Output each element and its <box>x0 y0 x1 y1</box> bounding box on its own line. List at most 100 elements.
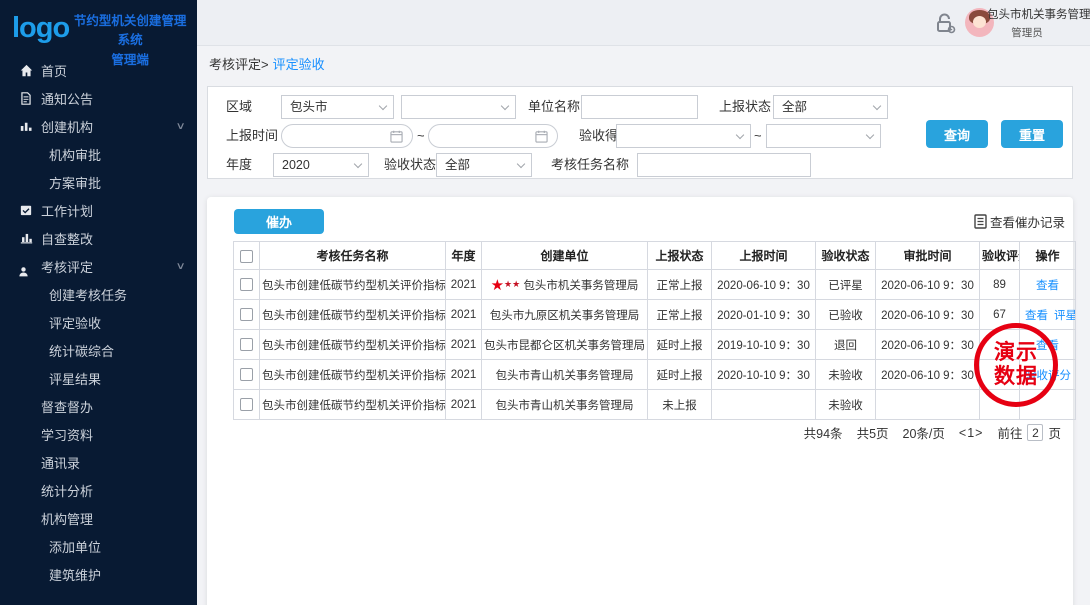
sidebar-item-add-unit[interactable]: 添加单位 <box>0 532 197 560</box>
chevron-down-icon <box>866 131 874 139</box>
sidebar-item-supervision[interactable]: 督查督办 <box>0 392 197 420</box>
cell-task-name: 包头市创建低碳节约型机关评价指标 <box>260 270 446 300</box>
breadcrumb-parent[interactable]: 考核评定 <box>209 57 261 72</box>
cell-report-status: 正常上报 <box>648 300 712 330</box>
year-select[interactable]: 2020 <box>273 153 369 177</box>
column-header: 上报时间 <box>712 242 816 270</box>
action-link[interactable]: 查看 <box>1025 310 1048 322</box>
report-time-to-input[interactable] <box>428 124 558 148</box>
table-row: 包头市创建低碳节约型机关评价指标2021包头市昆都仑区机关事务管理局延时上报 20… <box>234 330 1076 360</box>
sidebar-item-assessment-acceptance[interactable]: 评定验收 <box>0 308 197 336</box>
action-link[interactable]: 查看 <box>1036 280 1059 292</box>
sidebar-item-assessment[interactable]: 考核评定∨ <box>0 252 197 280</box>
cell-report-status: 正常上报 <box>648 270 712 300</box>
calendar-icon <box>390 130 403 143</box>
cell-accept-status: 未验收 <box>816 360 876 390</box>
sidebar: logo 节约型机关创建管理系统 管理端 首页通知公告创建机构∨机构审批方案审批… <box>0 0 197 605</box>
view-urge-records-link[interactable]: 查看催办记录 <box>974 212 1065 231</box>
sidebar-item-stats-analysis[interactable]: 统计分析 <box>0 476 197 504</box>
sidebar-item-contacts[interactable]: 通讯录 <box>0 448 197 476</box>
row-checkbox[interactable] <box>240 368 253 381</box>
cell-task-name: 包头市创建低碳节约型机关评价指标 <box>260 300 446 330</box>
cell-year: 2021 <box>446 330 482 360</box>
sidebar-item-label: 自查整改 <box>41 229 93 248</box>
cell-year: 2021 <box>446 360 482 390</box>
cell-accept-status: 退回 <box>816 330 876 360</box>
cell-accept-status: 已验收 <box>816 300 876 330</box>
sidebar-item-label: 首页 <box>41 61 67 80</box>
cell-task-name: 包头市创建低碳节约型机关评价指标 <box>260 330 446 360</box>
goto-label: 前往 <box>997 423 1022 442</box>
task-name-label: 考核任务名称 <box>551 153 629 177</box>
sidebar-item-org-management[interactable]: 机构管理 <box>0 504 197 532</box>
cell-approve-time: 2020-06-10 9：30 <box>876 270 980 300</box>
table-row: 包头市创建低碳节约型机关评价指标2021包头市九原区机关事务管理局正常上报202… <box>234 300 1076 330</box>
report-status-select[interactable]: 全部 <box>773 95 888 119</box>
sidebar-item-org-approval[interactable]: 机构审批 <box>0 140 197 168</box>
sidebar-item-building-maintenance[interactable]: 建筑维护 <box>0 560 197 588</box>
per-page: 20条/页 <box>903 423 945 442</box>
records-icon <box>974 214 987 229</box>
goto-page-input[interactable]: 2 <box>1027 424 1043 441</box>
row-checkbox[interactable] <box>240 338 253 351</box>
sidebar-item-label: 考核评定 <box>41 257 93 276</box>
row-checkbox[interactable] <box>240 278 253 291</box>
pager[interactable]: <1> <box>959 426 984 440</box>
sidebar-item-create-assessment-task[interactable]: 创建考核任务 <box>0 280 197 308</box>
sidebar-item-notice[interactable]: 通知公告 <box>0 84 197 112</box>
sidebar-item-work-plan[interactable]: 工作计划 <box>0 196 197 224</box>
unit-name-input[interactable] <box>581 95 698 119</box>
task-name-input[interactable] <box>637 153 811 177</box>
sidebar-item-label: 通讯录 <box>41 453 80 472</box>
search-button[interactable]: 查询 <box>926 120 988 148</box>
sidebar-item-label: 工作计划 <box>41 201 93 220</box>
year-label: 年度 <box>226 153 252 177</box>
cell-accept-status: 未验收 <box>816 390 876 420</box>
select-all-checkbox[interactable] <box>240 250 253 263</box>
sidebar-item-plan-approval[interactable]: 方案审批 <box>0 168 197 196</box>
sidebar-item-self-check[interactable]: 自查整改 <box>0 224 197 252</box>
cell-unit: 包头市青山机关事务管理局 <box>482 360 648 390</box>
cell-approve-time: 2020-06-10 9：30 <box>876 360 980 390</box>
app-window: logo 节约型机关创建管理系统 管理端 首页通知公告创建机构∨机构审批方案审批… <box>0 0 1090 605</box>
lock-settings-icon[interactable] <box>933 12 957 39</box>
cell-unit: 包头市青山机关事务管理局 <box>482 390 648 420</box>
table-row: 包头市创建低碳节约型机关评价指标2021包头市青山机关事务管理局未上报未验收 <box>234 390 1076 420</box>
cell-unit: 包头市九原区机关事务管理局 <box>482 300 648 330</box>
region2-select[interactable] <box>401 95 516 119</box>
cell-report-time: 2020-06-10 9：30 <box>712 270 816 300</box>
cell-unit: 包头市昆都仑区机关事务管理局 <box>482 330 648 360</box>
user-info[interactable]: 包头市机关事务管理局 管理员 <box>987 6 1090 40</box>
region-select[interactable]: 包头市 <box>281 95 394 119</box>
tilde-separator: ~ <box>417 124 425 148</box>
accept-status-select[interactable]: 全部 <box>436 153 532 177</box>
cell-year: 2021 <box>446 300 482 330</box>
score-to-select[interactable] <box>766 124 881 148</box>
column-header: 操作 <box>1020 242 1076 270</box>
report-status-label: 上报状态 <box>719 95 771 119</box>
sidebar-item-home[interactable]: 首页 <box>0 56 197 84</box>
report-time-from-input[interactable] <box>281 124 413 148</box>
sidebar-item-label: 创建机构 <box>41 117 93 136</box>
chevron-down-icon <box>379 102 387 110</box>
row-checkbox[interactable] <box>240 308 253 321</box>
sidebar-item-label: 督查督办 <box>41 397 93 416</box>
cell-task-name: 包头市创建低碳节约型机关评价指标 <box>260 360 446 390</box>
action-link[interactable]: 评星 <box>1054 310 1076 322</box>
pagination: 共94条 共5页 20条/页 <1> 前往 2 页 <box>804 423 1061 442</box>
main-content: 考核评定>评定验收 区域 包头市 单位名称 上报状态 全部 上报时间 ~ 验收得… <box>197 47 1090 605</box>
score-from-select[interactable] <box>616 124 751 148</box>
cell-report-status: 延时上报 <box>648 330 712 360</box>
chart-icon <box>20 232 41 244</box>
chevron-down-icon <box>873 102 881 110</box>
goto-suffix: 页 <box>1048 423 1061 442</box>
sidebar-item-star-results[interactable]: 评星结果 <box>0 364 197 392</box>
sidebar-item-stats-carbon[interactable]: 统计碳综合 <box>0 336 197 364</box>
sidebar-item-study-materials[interactable]: 学习资料 <box>0 420 197 448</box>
urge-button[interactable]: 催办 <box>234 209 324 234</box>
cell-report-status: 未上报 <box>648 390 712 420</box>
row-checkbox[interactable] <box>240 398 253 411</box>
sidebar-item-create-org[interactable]: 创建机构∨ <box>0 112 197 140</box>
reset-button[interactable]: 重置 <box>1001 120 1063 148</box>
cell-approve-time: 2020-06-10 9：30 <box>876 330 980 360</box>
